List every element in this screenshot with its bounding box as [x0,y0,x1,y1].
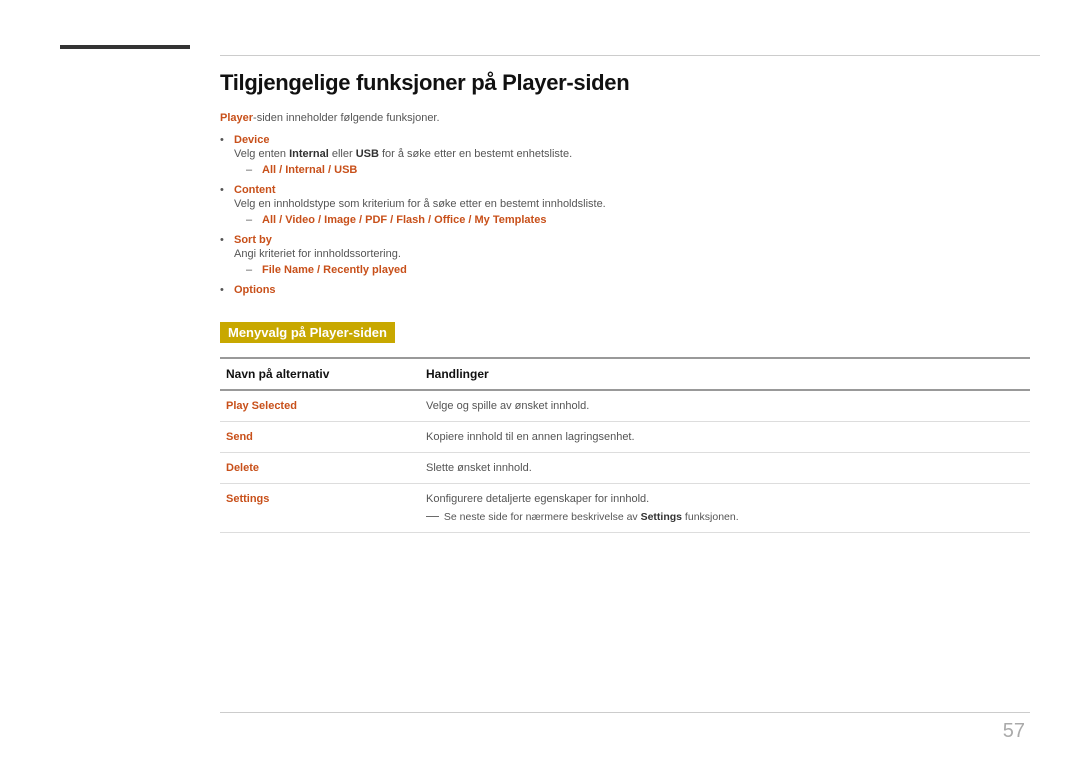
usb-bold: USB [356,148,379,160]
sortby-desc: Angi kriteriet for innholdssortering. [234,248,1030,260]
row-action-delete: Slette ønsket innhold. [420,453,1030,484]
recently-played: Recently played [323,264,407,276]
device-label: Device [234,134,269,146]
options-label: Options [234,284,276,296]
page-container: Tilgjengelige funksjoner på Player-siden… [0,0,1080,763]
list-item-device: Device Velg enten Internal eller USB for… [220,134,1030,176]
intro-suffix: -siden inneholder følgende funksjoner. [253,112,440,124]
bottom-rule [220,712,1030,713]
sortby-sub-list: File Name / Recently played [246,264,1030,276]
page-title: Tilgjengelige funksjoner på Player-siden [220,70,1030,96]
content-options: All / Video / Image / PDF / Flash / Offi… [262,214,546,226]
top-rule [220,55,1040,56]
row-action-send: Kopiere innhold til en annen lagringsenh… [420,422,1030,453]
device-sub-list: All / Internal / USB [246,164,1030,176]
table-row: Send Kopiere innhold til en annen lagrin… [220,422,1030,453]
row-name-settings: Settings [220,484,420,533]
settings-note-prefix: Se neste side for nærmere beskrivelse av [444,511,641,523]
list-item-options: Options [220,284,1030,296]
device-options: All / Internal / USB [262,164,357,176]
list-item-sortby: Sort by Angi kriteriet for innholdssorte… [220,234,1030,276]
sortby-label: Sort by [234,234,272,246]
row-name-delete: Delete [220,453,420,484]
settings-note-bold: Settings [641,511,682,523]
content-desc: Velg en innholdstype som kriterium for å… [234,198,1030,210]
row-action-settings: Konfigurere detaljerte egenskaper for in… [420,484,1030,533]
section-heading: Menyvalg på Player-siden [220,322,395,343]
row-name-play-selected: Play Selected [220,390,420,422]
intro-text: Player-siden inneholder følgende funksjo… [220,112,1030,124]
main-content: Tilgjengelige funksjoner på Player-siden… [220,70,1030,533]
settings-note: — Se neste side for nærmere beskrivelse … [426,508,1024,523]
bullet-list: Device Velg enten Internal eller USB for… [220,134,1030,296]
settings-note-suffix: funksjonen. [682,511,739,523]
list-item-content: Content Velg en innholdstype som kriteri… [220,184,1030,226]
content-table: Navn på alternativ Handlinger Play Selec… [220,357,1030,533]
table-row: Settings Konfigurere detaljerte egenskap… [220,484,1030,533]
content-sub-item: All / Video / Image / PDF / Flash / Offi… [246,214,1030,226]
page-number: 57 [1003,720,1025,743]
col-name-header: Navn på alternativ [220,358,420,390]
table-row: Delete Slette ønsket innhold. [220,453,1030,484]
row-action-play-selected: Velge og spille av ønsket innhold. [420,390,1030,422]
device-desc: Velg enten Internal eller USB for å søke… [234,148,1030,160]
dash-icon: — [426,508,439,523]
col-action-header: Handlinger [420,358,1030,390]
table-row: Play Selected Velge og spille av ønsket … [220,390,1030,422]
sortby-options: File Name / Recently played [262,264,407,276]
internal-bold: Internal [289,148,329,160]
sortby-sub-item: File Name / Recently played [246,264,1030,276]
row-name-send: Send [220,422,420,453]
intro-bold: Player [220,112,253,124]
table-header-row: Navn på alternativ Handlinger [220,358,1030,390]
settings-action-text: Konfigurere detaljerte egenskaper for in… [426,493,1024,505]
content-sub-list: All / Video / Image / PDF / Flash / Offi… [246,214,1030,226]
sidebar-bar [60,45,190,49]
device-sub-item: All / Internal / USB [246,164,1030,176]
content-label: Content [234,184,276,196]
